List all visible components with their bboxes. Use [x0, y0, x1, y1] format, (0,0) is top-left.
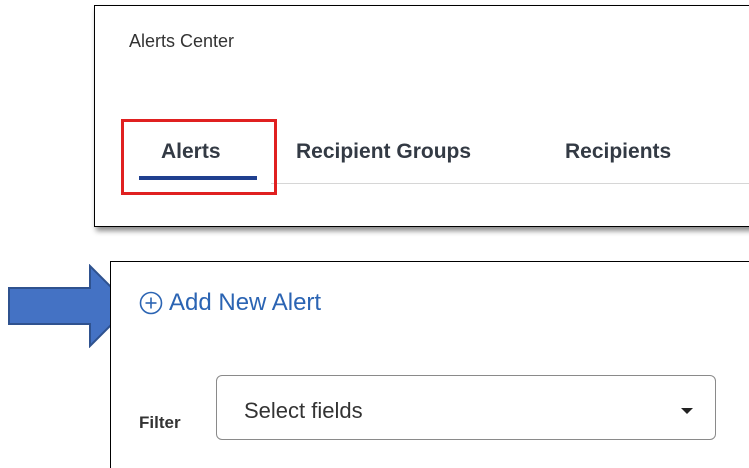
filter-select[interactable]: Select fields [216, 375, 716, 440]
screenshot-stage: Alerts Center Alerts Recipient Groups Re… [0, 0, 749, 468]
alerts-list-panel: Add New Alert Filter Select fields [110, 261, 749, 468]
filter-label: Filter [139, 413, 181, 432]
tab-bar-divider [271, 183, 749, 184]
tab-recipients[interactable]: Recipients [565, 140, 671, 164]
caret-down-icon [681, 408, 693, 414]
highlight-annotation-box [121, 119, 277, 195]
filter-select-placeholder: Select fields [244, 398, 363, 423]
add-new-alert-button[interactable]: Add New Alert [139, 289, 321, 317]
add-new-alert-label: Add New Alert [169, 289, 322, 316]
tab-recipient-groups[interactable]: Recipient Groups [296, 140, 471, 164]
alerts-center-panel: Alerts Center Alerts Recipient Groups Re… [94, 5, 749, 227]
plus-circle-icon [139, 291, 163, 315]
